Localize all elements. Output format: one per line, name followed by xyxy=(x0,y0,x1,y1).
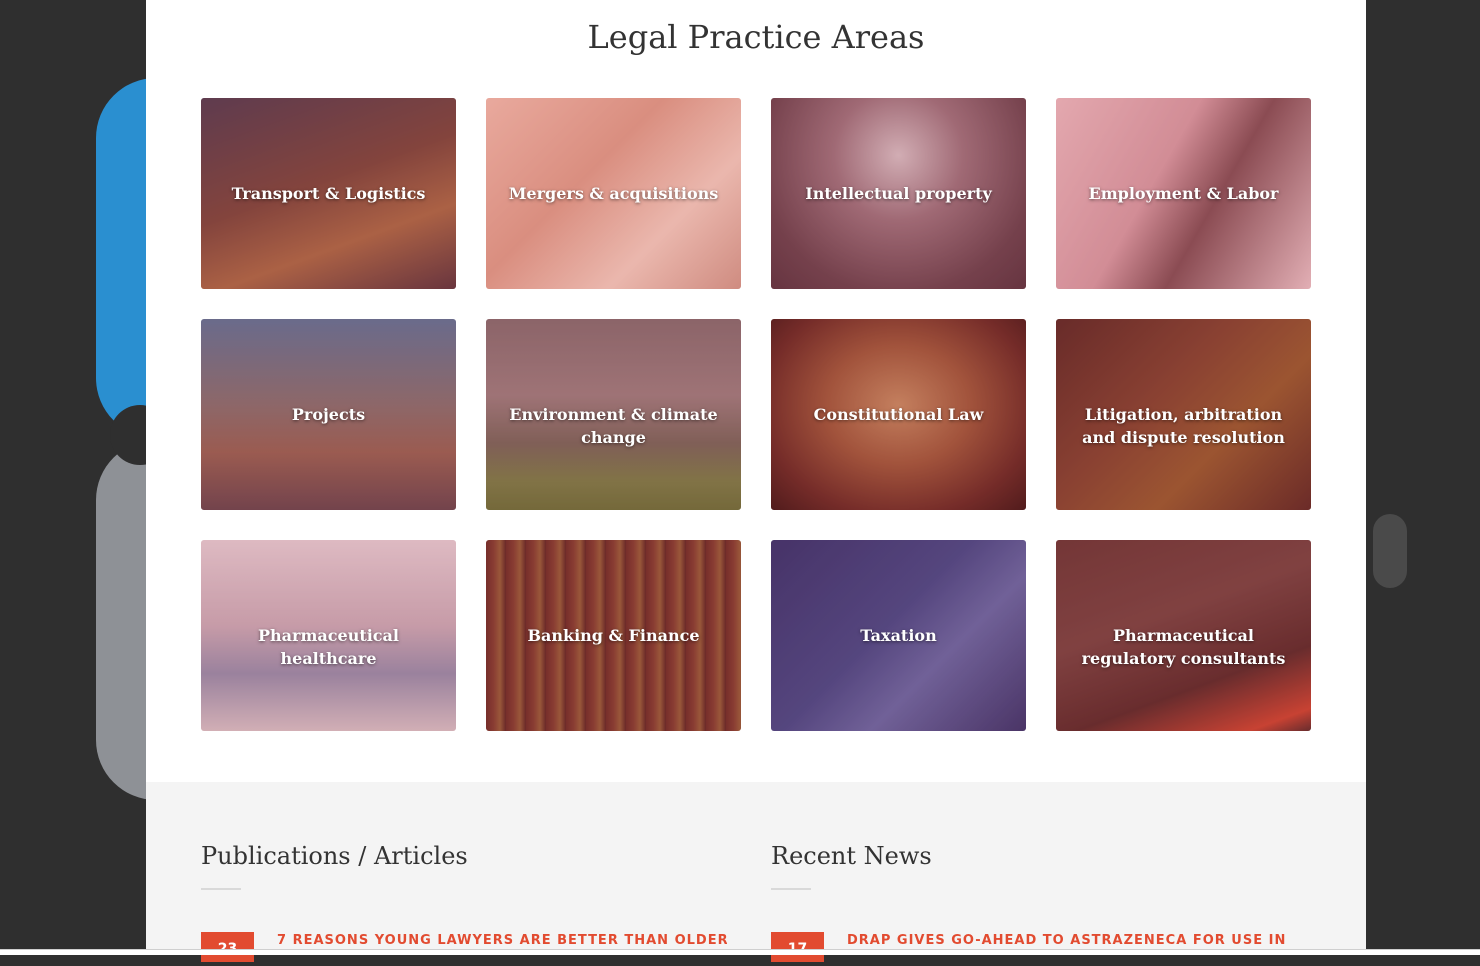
publication-date-badge: 23 xyxy=(201,932,254,962)
tile-litigation-arbitration[interactable]: Litigation, arbitration and dispute reso… xyxy=(1056,319,1311,510)
tile-label: Transport & Logistics xyxy=(231,184,426,203)
tile-label: Litigation, arbitration and dispute reso… xyxy=(1082,405,1285,447)
publications-news-section: Publications / Articles 23 7 REASONS YOU… xyxy=(146,782,1366,962)
tile-label: Mergers & acquisitions xyxy=(508,184,719,203)
tile-label: Constitutional Law xyxy=(813,405,984,424)
tile-projects[interactable]: Projects xyxy=(201,319,456,510)
tile-environment-climate[interactable]: Environment & climate change xyxy=(486,319,741,510)
publications-divider xyxy=(201,888,241,890)
publication-link[interactable]: 7 REASONS YOUNG LAWYERS ARE BETTER THAN … xyxy=(277,933,727,948)
news-divider xyxy=(771,888,811,890)
practice-areas-title: Legal Practice Areas xyxy=(587,18,925,56)
tile-label: Pharmaceutical healthcare xyxy=(258,626,399,668)
tile-label: Projects xyxy=(291,405,366,424)
tile-label: Pharmaceutical regulatory consultants xyxy=(1081,626,1286,668)
news-link[interactable]: DRAP GIVES GO-AHEAD TO ASTRAZENECA FOR U… xyxy=(847,933,1297,948)
tile-taxation[interactable]: Taxation xyxy=(771,540,1026,731)
tile-label: Intellectual property xyxy=(805,184,992,203)
news-date-badge: 17 xyxy=(771,932,824,962)
scroll-dot[interactable] xyxy=(1373,514,1407,588)
publications-title: Publications / Articles xyxy=(201,842,468,870)
tile-employment-labor[interactable]: Employment & Labor xyxy=(1056,98,1311,289)
tile-label: Taxation xyxy=(860,626,937,645)
tile-intellectual-property[interactable]: Intellectual property xyxy=(771,98,1026,289)
news-title: Recent News xyxy=(771,842,932,870)
main-content: Legal Practice Areas Transport & Logisti… xyxy=(146,0,1366,962)
tile-banking-finance[interactable]: Banking & Finance xyxy=(486,540,741,731)
tile-pharmaceutical-healthcare[interactable]: Pharmaceutical healthcare xyxy=(201,540,456,731)
viewport-bottom-strip xyxy=(0,950,1480,955)
tile-transport-logistics[interactable]: Transport & Logistics xyxy=(201,98,456,289)
tile-label: Banking & Finance xyxy=(527,626,700,645)
tile-label: Employment & Labor xyxy=(1088,184,1279,203)
tile-constitutional-law[interactable]: Constitutional Law xyxy=(771,319,1026,510)
practice-areas-grid: Transport & Logistics Mergers & acquisit… xyxy=(201,98,1311,731)
tile-pharmaceutical-regulatory[interactable]: Pharmaceutical regulatory consultants xyxy=(1056,540,1311,731)
tile-mergers-acquisitions[interactable]: Mergers & acquisitions xyxy=(486,98,741,289)
tile-label: Environment & climate change xyxy=(509,405,718,447)
